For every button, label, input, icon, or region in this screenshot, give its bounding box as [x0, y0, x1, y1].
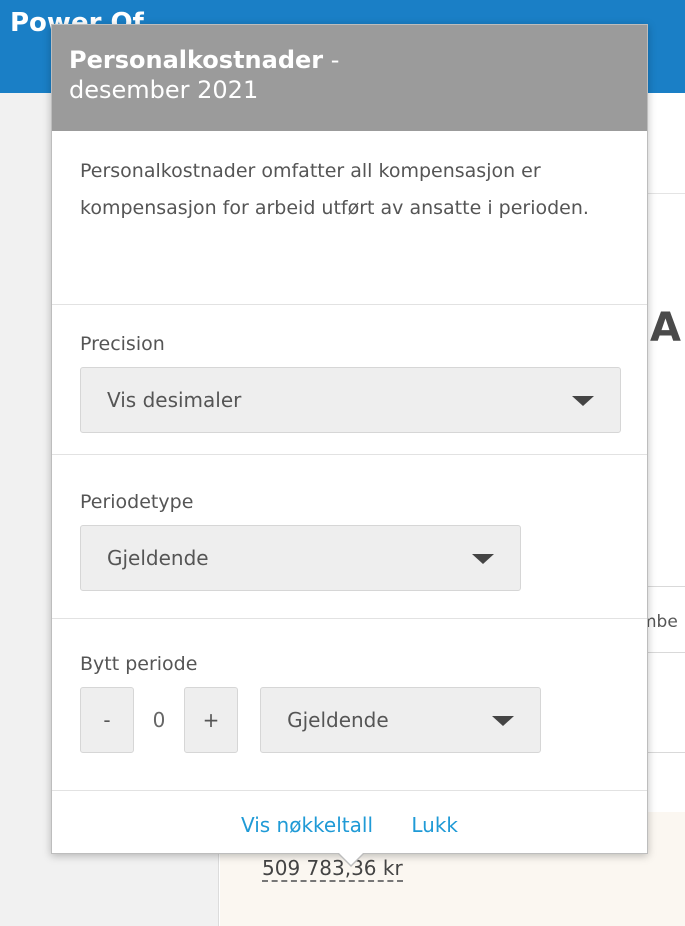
popover-title-separator: - [323, 46, 340, 74]
popover-header: Personalkostnader - desember 2021 [52, 25, 647, 131]
period-type-section: Periodetype Gjeldende [52, 455, 647, 619]
popover-footer: Vis nøkkeltall Lukk [52, 791, 647, 859]
popover-description-section: Personalkostnader omfatter all kompensas… [52, 131, 647, 305]
increment-button[interactable]: + [184, 687, 238, 753]
popover-title: Personalkostnader [69, 46, 324, 74]
precision-select[interactable]: Vis desimaler [80, 367, 621, 433]
switch-period-controls: -0 + Gjeldende [80, 687, 619, 753]
switch-period-label: Bytt periode [80, 653, 198, 675]
show-kpi-link[interactable]: Vis nøkkeltall [241, 813, 373, 837]
chevron-down-icon [572, 396, 594, 406]
period-type-label: Periodetype [80, 491, 194, 513]
precision-label: Precision [80, 333, 165, 355]
chevron-down-icon [472, 554, 494, 564]
kpi-popover: Personalkostnader - desember 2021 Person… [51, 24, 648, 854]
page-heading-fragment: A [650, 305, 681, 351]
decrement-button[interactable]: - [80, 687, 134, 753]
switch-period-select[interactable]: Gjeldende [260, 687, 542, 753]
switch-period-select-value: Gjeldende [287, 708, 389, 732]
period-offset-value: 0 [152, 708, 166, 732]
precision-select-value: Vis desimaler [107, 388, 242, 412]
switch-period-section: Bytt periode -0 + Gjeldende [52, 619, 647, 791]
period-type-select[interactable]: Gjeldende [80, 525, 521, 591]
period-type-select-value: Gjeldende [107, 546, 209, 570]
precision-section: Precision Vis desimaler [52, 305, 647, 455]
popover-period: desember 2021 [69, 76, 259, 104]
popover-arrow-fill [339, 853, 363, 865]
chevron-down-icon [492, 716, 515, 726]
popover-description: Personalkostnader omfatter all kompensas… [80, 160, 589, 219]
kpi-value[interactable]: 509 783,36 kr [262, 856, 403, 882]
close-link[interactable]: Lukk [411, 813, 458, 837]
